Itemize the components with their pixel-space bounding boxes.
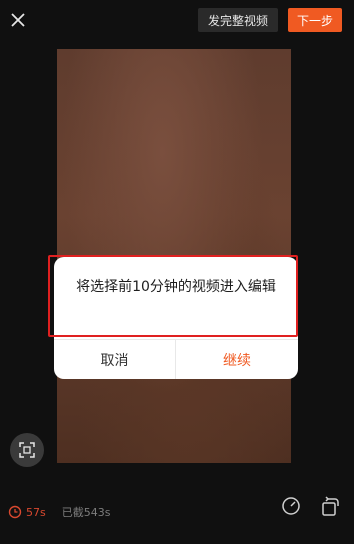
close-icon — [11, 13, 25, 27]
close-button[interactable] — [4, 6, 32, 34]
crop-frame-button[interactable] — [10, 433, 44, 467]
selected-duration: 已截543s — [61, 506, 111, 519]
highlight-box — [48, 255, 298, 337]
crop-frame-icon — [19, 442, 35, 458]
cancel-button[interactable]: 取消 — [54, 340, 175, 379]
duration-value: 57s — [26, 505, 46, 519]
rotate-icon — [322, 496, 339, 516]
duration-info: 57s 已截543s — [8, 504, 110, 520]
publish-full-video-button[interactable]: 发完整视频 — [198, 8, 278, 32]
speed-button[interactable] — [280, 495, 302, 517]
speed-gauge-icon — [282, 497, 300, 515]
rotate-button[interactable] — [318, 494, 342, 518]
next-step-button[interactable]: 下一步 — [288, 8, 342, 32]
continue-button[interactable]: 继续 — [176, 340, 298, 379]
clock-icon — [8, 505, 22, 519]
top-bar: 发完整视频 下一步 — [0, 0, 354, 40]
